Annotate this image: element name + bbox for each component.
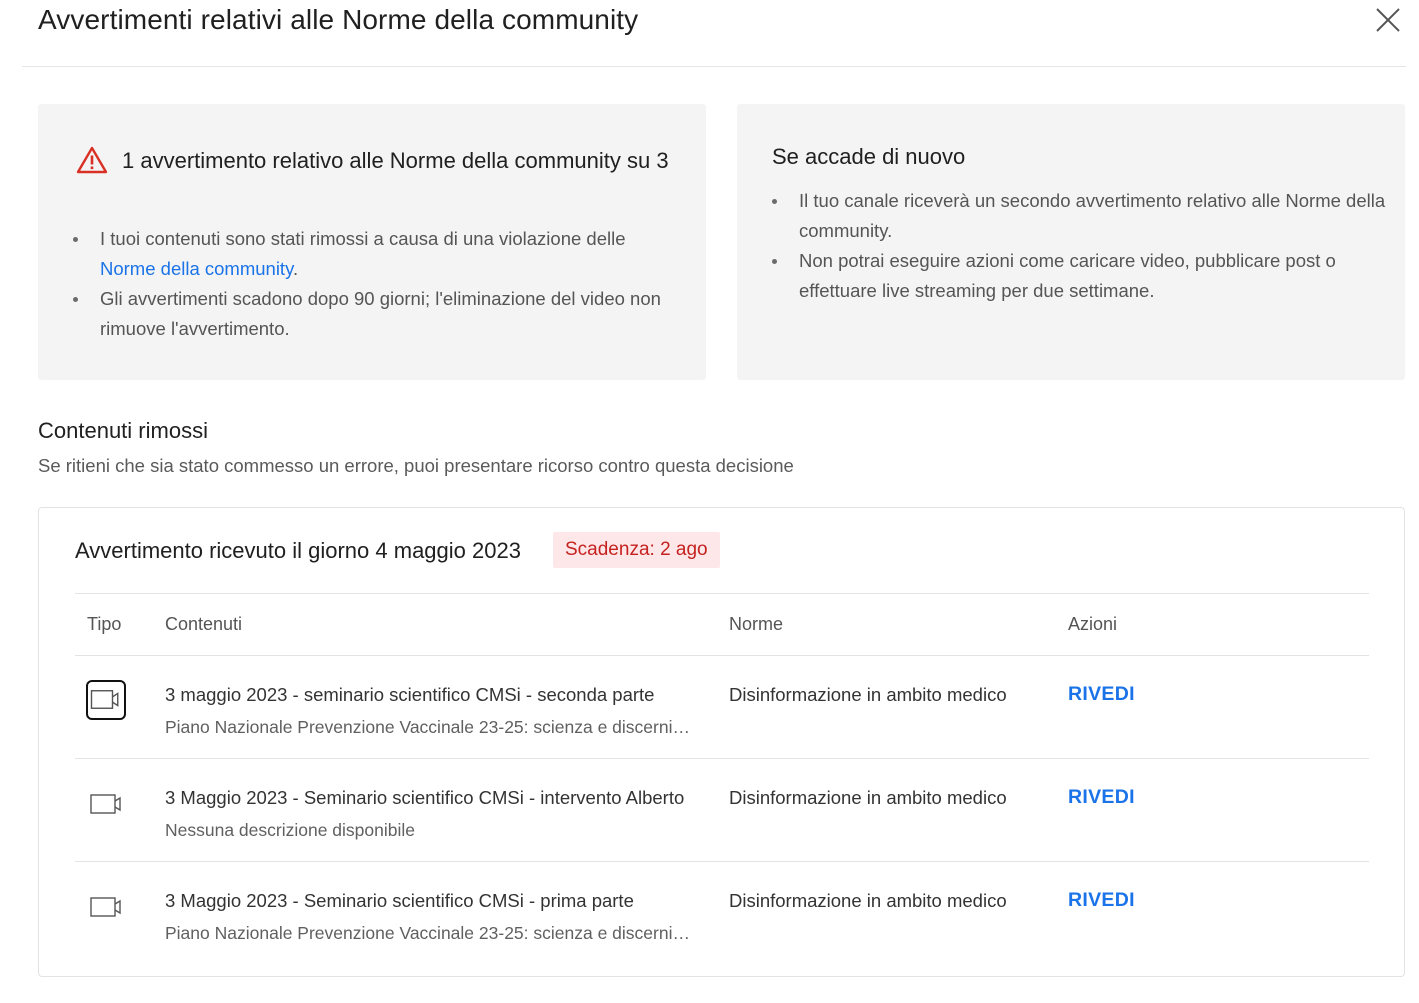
removed-content-subtitle: Se ritieni che sia stato commesso un err…	[38, 455, 794, 476]
strike-details-box: Avvertimento ricevuto il giorno 4 maggio…	[38, 507, 1405, 977]
table-row: 3 Maggio 2023 - Seminario scientifico CM…	[75, 758, 1369, 861]
header-divider	[22, 66, 1406, 67]
review-button[interactable]: RIVEDI	[1068, 683, 1135, 706]
video-type-icon-button[interactable]	[87, 886, 127, 926]
video-title: 3 Maggio 2023 - Seminario scientifico CM…	[165, 890, 634, 911]
dialog-title: Avvertimenti relativi alle Norme della c…	[38, 4, 639, 35]
video-description: Nessuna descrizione disponibile	[165, 820, 416, 840]
if-again-bullet: Il tuo canale riceverà un secondo avvert…	[772, 186, 1392, 246]
removed-content-table: Tipo Contenuti Norme Azioni 3 maggio 202…	[75, 593, 1369, 964]
video-type-icon-button[interactable]	[86, 680, 126, 720]
strike-received-date: Avvertimento ricevuto il giorno 4 maggio…	[75, 538, 521, 563]
column-header-policy: Norme	[729, 614, 784, 634]
policy-name: Disinformazione in ambito medico	[729, 787, 1007, 808]
video-icon	[90, 690, 119, 709]
policy-name: Disinformazione in ambito medico	[729, 684, 1007, 705]
review-button[interactable]: RIVEDI	[1068, 786, 1135, 809]
video-description: Piano Nazionale Prevenzione Vaccinale 23…	[165, 923, 695, 943]
review-button[interactable]: RIVEDI	[1068, 889, 1135, 912]
close-button[interactable]	[1372, 4, 1404, 36]
close-icon	[1376, 8, 1400, 32]
column-header-actions: Azioni	[1068, 614, 1118, 634]
video-icon	[90, 794, 121, 814]
video-type-icon-button[interactable]	[87, 783, 127, 823]
table-row: 3 Maggio 2023 - Seminario scientifico CM…	[75, 861, 1369, 964]
status-bullets: I tuoi contenuti sono stati rimossi a ca…	[73, 224, 673, 344]
bullet-text: I tuoi contenuti sono stati rimossi a ca…	[100, 228, 626, 249]
removed-content-title: Contenuti rimossi	[38, 418, 208, 443]
community-guidelines-link[interactable]: Norme della community	[100, 258, 293, 279]
strike-count-headline: 1 avvertimento relativo alle Norme della…	[122, 148, 669, 173]
video-title: 3 Maggio 2023 - Seminario scientifico CM…	[165, 787, 685, 808]
policy-name: Disinformazione in ambito medico	[729, 890, 1007, 911]
if-again-title: Se accade di nuovo	[772, 144, 966, 169]
table-row: 3 maggio 2023 - seminario scientifico CM…	[75, 655, 1369, 758]
expiry-badge: Scadenza: 2 ago	[553, 532, 720, 568]
status-bullet: I tuoi contenuti sono stati rimossi a ca…	[73, 224, 673, 284]
table-header-row: Tipo Contenuti Norme Azioni	[75, 593, 1369, 655]
bullet-text-end: .	[292, 258, 299, 279]
column-header-content: Contenuti	[165, 614, 243, 634]
video-icon	[90, 897, 121, 917]
dialog-header: Avvertimenti relativi alle Norme della c…	[0, 0, 1419, 68]
column-header-type: Tipo	[87, 614, 122, 634]
current-status-card: 1 avvertimento relativo alle Norme della…	[38, 104, 706, 380]
video-title: 3 maggio 2023 - seminario scientifico CM…	[165, 684, 655, 705]
if-again-bullet: Non potrai eseguire azioni come caricare…	[772, 246, 1392, 306]
video-description: Piano Nazionale Prevenzione Vaccinale 23…	[165, 717, 695, 737]
status-bullet: Gli avvertimenti scadono dopo 90 giorni;…	[73, 284, 673, 344]
if-again-bullets: Il tuo canale riceverà un secondo avvert…	[772, 186, 1392, 306]
if-again-card: Se accade di nuovo Il tuo canale ricever…	[737, 104, 1405, 380]
